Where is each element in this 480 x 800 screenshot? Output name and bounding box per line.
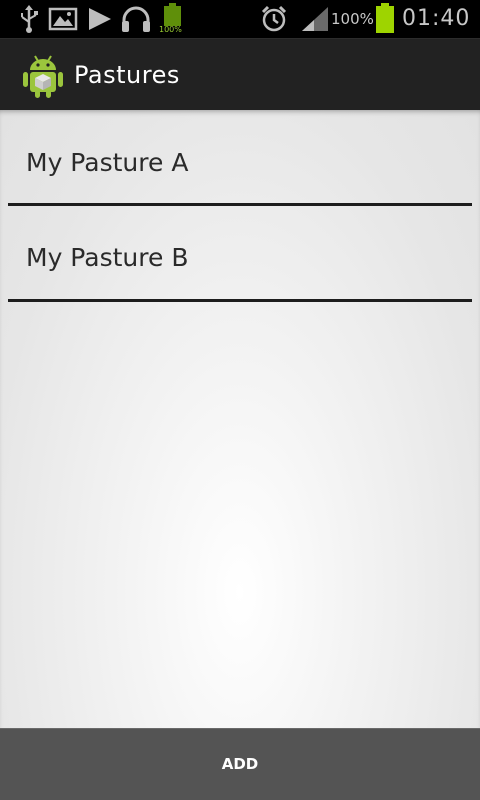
- battery-percent: 100%: [331, 10, 374, 28]
- list-item-label: My Pasture B: [26, 243, 189, 272]
- clock: 01:40: [402, 6, 471, 31]
- gallery-icon: [48, 7, 78, 31]
- pasture-list: My Pasture A My Pasture B: [0, 110, 480, 302]
- signal-icon: [302, 7, 328, 31]
- android-app-icon[interactable]: [22, 53, 64, 99]
- alarm-icon: [261, 5, 287, 32]
- headphones-icon: [122, 6, 150, 32]
- status-bar: 100% 100% 01:40: [0, 0, 480, 38]
- battery-icon: [376, 3, 394, 33]
- list-item-label: My Pasture A: [26, 148, 189, 177]
- content-area: My Pasture A My Pasture B: [0, 110, 480, 728]
- play-icon: [89, 8, 111, 30]
- bottom-bar: ADD: [0, 728, 480, 800]
- list-item[interactable]: My Pasture A: [8, 110, 472, 206]
- add-button[interactable]: ADD: [0, 729, 480, 800]
- usb-icon: [21, 5, 38, 33]
- app-title: Pastures: [74, 61, 180, 89]
- action-bar: Pastures: [0, 38, 480, 110]
- list-item[interactable]: My Pasture B: [8, 206, 472, 302]
